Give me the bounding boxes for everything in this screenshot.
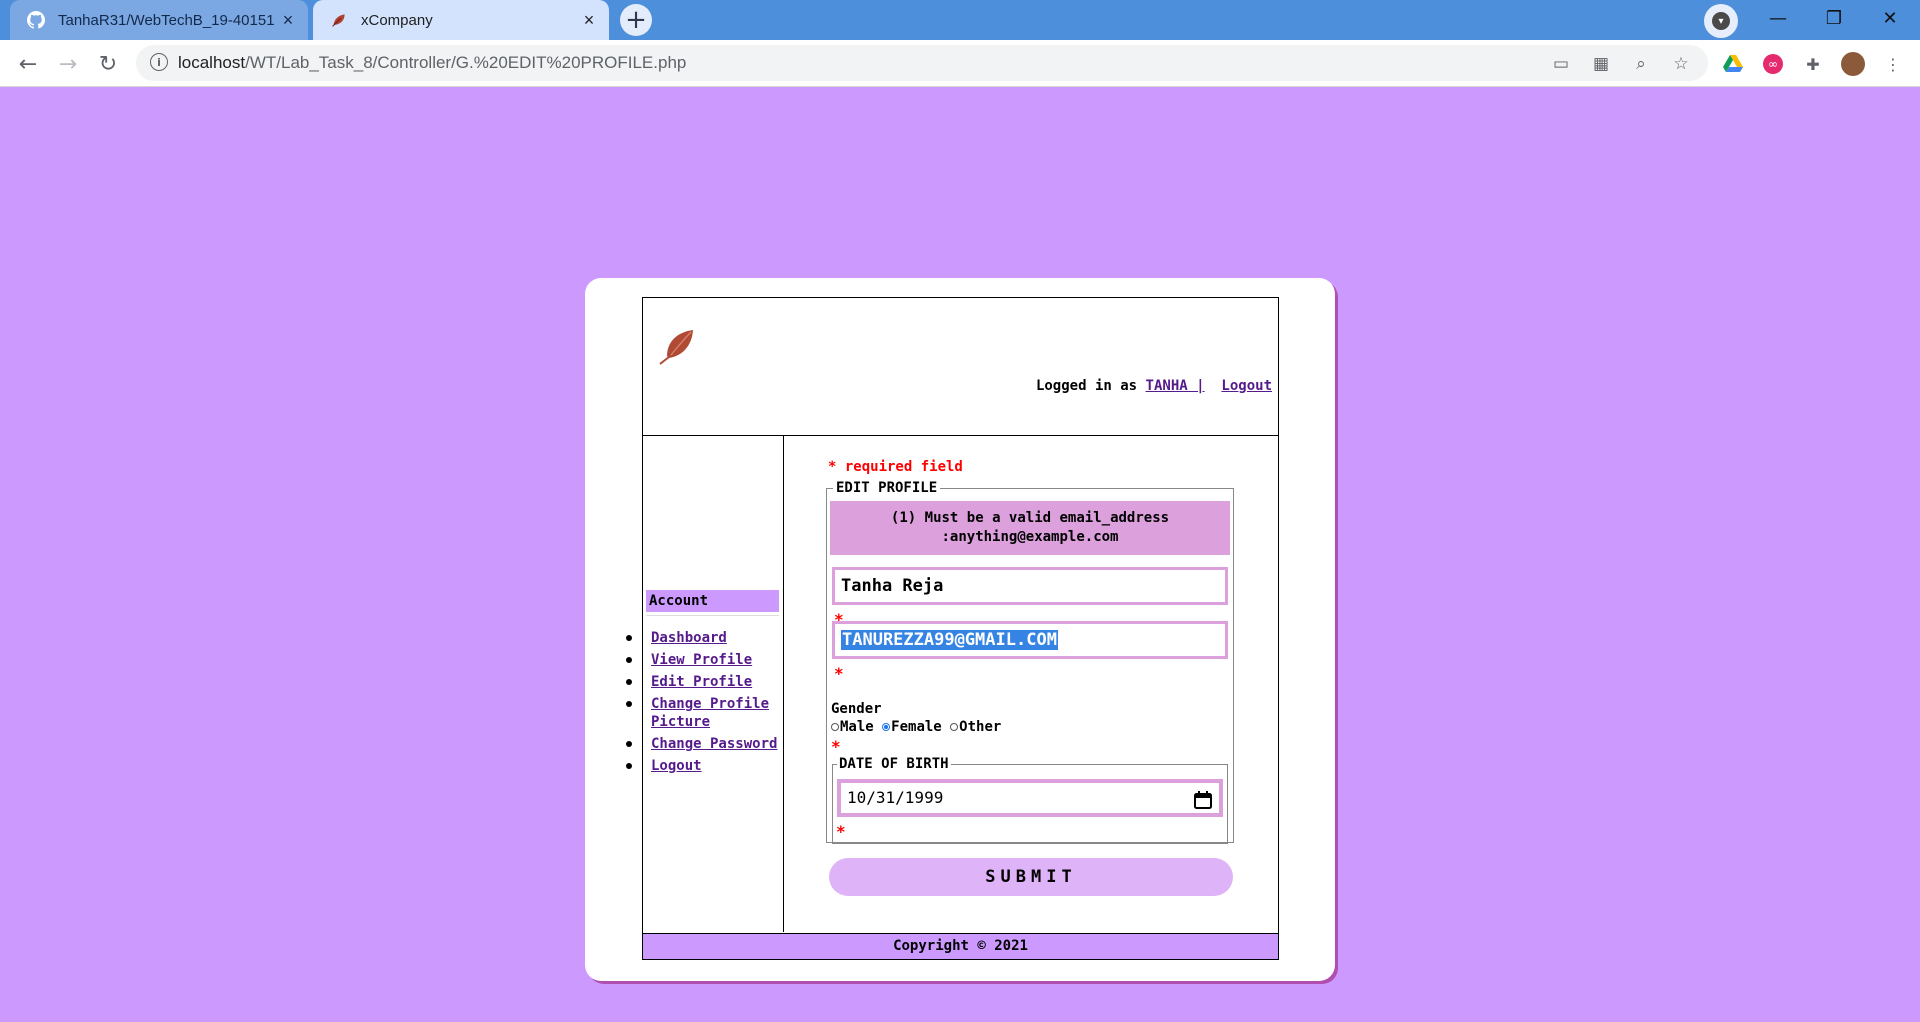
qr-code-icon[interactable]: ▦: [1590, 53, 1612, 75]
back-button[interactable]: ←: [12, 48, 44, 80]
cast-icon[interactable]: ▭: [1550, 53, 1572, 75]
dob-fieldset: DATE OF BIRTH 10/31/1999 *: [832, 756, 1228, 844]
address-bar[interactable]: i localhost/WT/Lab_Task_8/Controller/G.%…: [136, 45, 1708, 81]
github-icon: [26, 10, 46, 30]
email-hint-line1: (1) Must be a valid email_address: [890, 510, 1170, 526]
dob-value: 10/31/1999: [847, 788, 944, 807]
sidebar-item-change-picture: Change Profile Picture: [626, 695, 786, 731]
sidebar-item-view-profile: View Profile: [626, 651, 786, 669]
sidebar-link-edit-profile[interactable]: Edit Profile: [651, 674, 752, 690]
logged-in-label: Logged in as: [1035, 378, 1138, 394]
email-hint-line2: :anything@example.com: [941, 529, 1119, 545]
bookmark-star-icon[interactable]: ☆: [1670, 53, 1692, 75]
sidebar-link-view-profile[interactable]: View Profile: [651, 652, 752, 668]
sidebar-link-dashboard[interactable]: Dashboard: [651, 630, 727, 646]
zoom-icon[interactable]: ⌕: [1630, 53, 1652, 75]
sidebar-link-change-password[interactable]: Change Password: [651, 736, 777, 752]
page-header: Logged in as TANHA | Logout: [643, 298, 1278, 436]
extensions-puzzle-icon[interactable]: ✚: [1800, 51, 1826, 77]
restore-button[interactable]: ❐: [1806, 0, 1862, 36]
reload-button[interactable]: ↻: [92, 48, 124, 80]
logout-link[interactable]: Logout: [1221, 378, 1272, 394]
edit-profile-fieldset: EDIT PROFILE (1) Must be a valid email_a…: [826, 480, 1234, 844]
email-hint: (1) Must be a valid email_address :anyth…: [830, 501, 1230, 555]
required-star: *: [836, 822, 846, 841]
browser-tab-strip: TanhaR31/WebTechB_19-40151-1 × xCompany …: [0, 0, 1920, 40]
divider: [646, 615, 779, 616]
close-tab-icon[interactable]: ×: [575, 10, 603, 31]
menu-kebab-icon[interactable]: ⋮: [1880, 51, 1906, 77]
forward-button[interactable]: →: [52, 48, 84, 80]
sidebar-item-logout: Logout: [626, 757, 786, 775]
layout-table: Logged in as TANHA | Logout Account Dash…: [626, 297, 1279, 960]
main-content: * required field EDIT PROFILE (1) Must b…: [784, 435, 1278, 932]
required-star: *: [831, 737, 841, 756]
sidebar-heading: Account: [646, 590, 779, 612]
sidebar-link-change-picture[interactable]: Change Profile Picture: [651, 696, 769, 730]
gender-radio-group: Male Female Other: [831, 719, 1001, 735]
fieldset-legend: EDIT PROFILE: [833, 480, 941, 496]
radio-other[interactable]: [950, 723, 959, 731]
google-drive-icon[interactable]: [1720, 51, 1746, 77]
tab-search-button[interactable]: ▾: [1704, 4, 1738, 38]
username-link[interactable]: TANHA |: [1146, 378, 1205, 394]
dob-legend: DATE OF BIRTH: [837, 756, 951, 772]
info-icon[interactable]: i: [150, 53, 168, 71]
sidebar-item-edit-profile: Edit Profile: [626, 673, 786, 691]
radio-female-label[interactable]: Female: [891, 719, 942, 735]
sidebar-item-dashboard: Dashboard: [626, 629, 786, 647]
minimize-button[interactable]: —: [1750, 0, 1806, 36]
radio-female[interactable]: [882, 723, 891, 731]
sidebar-link-logout[interactable]: Logout: [651, 758, 702, 774]
required-field-note: * required field: [828, 459, 963, 475]
tab-github[interactable]: TanhaR31/WebTechB_19-40151-1 ×: [10, 0, 308, 40]
email-field[interactable]: TANUREZZA99@GMAIL.COM: [832, 621, 1228, 659]
gender-label: Gender: [831, 701, 882, 717]
browser-toolbar: ← → ↻ i localhost/WT/Lab_Task_8/Controll…: [0, 40, 1920, 87]
radio-male-label[interactable]: Male: [840, 719, 874, 735]
tab-title: TanhaR31/WebTechB_19-40151-1: [58, 11, 274, 29]
sidebar-menu: Dashboard View Profile Edit Profile Chan…: [626, 629, 786, 779]
close-tab-icon[interactable]: ×: [274, 10, 302, 31]
chevron-down-icon: ▾: [1712, 12, 1730, 30]
avatar[interactable]: [1840, 51, 1866, 77]
url-text[interactable]: localhost/WT/Lab_Task_8/Controller/G.%20…: [178, 53, 686, 73]
name-field[interactable]: Tanha Reja: [832, 567, 1228, 605]
login-status: Logged in as TANHA | Logout: [1036, 378, 1272, 394]
calendar-icon[interactable]: [1193, 790, 1213, 820]
close-window-button[interactable]: ✕: [1862, 0, 1918, 36]
footer-copyright: Copyright © 2021: [643, 933, 1278, 959]
sidebar-item-change-password: Change Password: [626, 735, 786, 753]
radio-other-label[interactable]: Other: [959, 719, 1001, 735]
dob-input[interactable]: 10/31/1999: [837, 779, 1223, 817]
extension-infinity-icon[interactable]: ∞: [1760, 51, 1786, 77]
radio-male[interactable]: [831, 723, 839, 731]
new-tab-button[interactable]: +: [620, 4, 652, 36]
required-star: *: [834, 664, 844, 683]
leaf-logo-icon: [657, 326, 699, 370]
tab-xcompany[interactable]: xCompany ×: [313, 0, 609, 40]
tab-title: xCompany: [361, 11, 433, 29]
sidebar: Account Dashboard View Profile Edit Prof…: [626, 435, 786, 932]
submit-button[interactable]: SUBMIT: [829, 858, 1233, 896]
leaf-icon: [329, 10, 349, 30]
email-value: TANUREZZA99@GMAIL.COM: [841, 630, 1058, 650]
